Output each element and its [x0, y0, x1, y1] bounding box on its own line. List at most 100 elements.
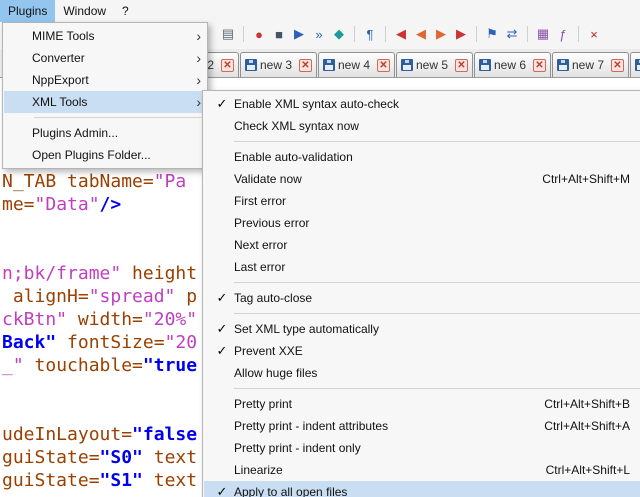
xml-tools-item-next-error[interactable]: Next error — [204, 234, 640, 256]
menu-item-label: MIME Tools — [32, 29, 189, 43]
plugins-dropdown-menu: MIME Tools›Converter›NppExport›XML Tools… — [2, 22, 208, 169]
menubar-item-[interactable]: ? — [114, 0, 137, 22]
xml-tools-item-prevent-xxe[interactable]: ✓Prevent XXE — [204, 340, 640, 362]
code-line: ckBtn" width="20%" — [2, 308, 197, 331]
xml-tools-item-pretty-print[interactable]: Pretty printCtrl+Alt+Shift+B — [204, 393, 640, 415]
code-token: N_TAB tabName= — [2, 171, 154, 192]
toolbar-separator — [578, 26, 579, 42]
code-line — [2, 377, 197, 400]
xml-tools-item-allow-huge-files[interactable]: Allow huge files — [204, 362, 640, 384]
xml-tools-item-apply-to-all-open-files[interactable]: ✓Apply to all open files — [204, 481, 640, 497]
toolbar-separator — [527, 26, 528, 42]
code-token: "20%" — [143, 309, 197, 330]
checkmark-icon: ✓ — [210, 290, 234, 306]
xml-tools-item-validate-now[interactable]: Validate now Ctrl+Alt+Shift+M — [204, 168, 640, 190]
tab-close-icon[interactable]: ✕ — [299, 59, 312, 72]
last-error-icon[interactable]: ▶ — [452, 25, 470, 43]
xml-tools-item-enable-xml-syntax-auto-check[interactable]: ✓Enable XML syntax auto-check — [204, 93, 640, 115]
plugins-menu-item-nppexport[interactable]: NppExport› — [4, 69, 206, 91]
tab-label: new 6 — [494, 58, 530, 72]
menu-item-label: Plugins Admin... — [32, 126, 189, 140]
tab-new-6[interactable]: new 6✕ — [474, 52, 551, 77]
menu-item-label: Next error — [234, 238, 602, 252]
menu-item-label: Tag auto-close — [234, 291, 602, 305]
plugins-menu-item-converter[interactable]: Converter› — [4, 47, 206, 69]
code-token: width= — [78, 309, 143, 330]
function-list-icon[interactable]: ƒ — [554, 25, 572, 43]
menu-item-label: Allow huge files — [234, 366, 602, 380]
show-all-chars-icon[interactable]: ¶ — [361, 25, 379, 43]
menu-item-label: Pretty print - indent attributes — [234, 419, 516, 433]
menu-item-label: Linearize — [234, 463, 518, 477]
menu-item-label: Enable XML syntax auto-check — [234, 97, 602, 111]
xml-tools-submenu: ✓Enable XML syntax auto-checkCheck XML s… — [202, 90, 640, 497]
plugins-menu-item-xml-tools[interactable]: XML Tools› — [4, 91, 206, 113]
code-token: "false — [132, 424, 197, 445]
code-line: udeInLayout="false — [2, 423, 197, 446]
menu-item-label: First error — [234, 194, 602, 208]
record-macro-icon[interactable]: ● — [250, 25, 268, 43]
plugins-menu-item-open-plugins-folder[interactable]: Open Plugins Folder... — [4, 144, 206, 166]
play-macro-icon[interactable]: ▶ — [290, 25, 308, 43]
saved-file-icon — [479, 59, 491, 71]
menu-item-label: Converter — [32, 51, 189, 65]
xml-tools-item-pretty-print-indent-attributes[interactable]: Pretty print - indent attributesCtrl+Alt… — [204, 415, 640, 437]
tab-new-7[interactable]: new 7✕ — [552, 52, 629, 77]
code-token: _" — [2, 355, 35, 376]
plugins-menu-item-mime-tools[interactable]: MIME Tools› — [4, 25, 206, 47]
xml-tools-item-pretty-print-indent-only[interactable]: Pretty print - indent only — [204, 437, 640, 459]
saved-file-icon — [557, 59, 569, 71]
next-error-icon[interactable]: ▶ — [432, 25, 450, 43]
doc-map-icon[interactable]: ▦ — [534, 25, 552, 43]
menubar-item-window[interactable]: Window — [55, 0, 114, 22]
menu-separator — [204, 278, 640, 287]
xml-tools-item-check-xml-syntax-now[interactable]: Check XML syntax now — [204, 115, 640, 137]
tab-close-icon[interactable]: ✕ — [377, 59, 390, 72]
menu-item-label: Apply to all open files — [234, 485, 602, 497]
xml-tools-item-enable-auto-validation[interactable]: Enable auto-validation — [204, 146, 640, 168]
code-token: me= — [2, 194, 35, 215]
xml-tools-item-last-error[interactable]: Last error — [204, 256, 640, 278]
sync-scroll-icon[interactable]: ⇄ — [503, 25, 521, 43]
code-token: "S1" — [100, 470, 143, 491]
menu-item-label: Validate now — [234, 172, 514, 186]
code-line — [2, 216, 197, 239]
code-token: "spread" — [89, 286, 176, 307]
close-document-icon[interactable]: × — [585, 25, 603, 43]
tab-new-4[interactable]: new 4✕ — [318, 52, 395, 77]
bookmark-icon[interactable]: ⚑ — [483, 25, 501, 43]
tab-close-icon[interactable]: ✕ — [455, 59, 468, 72]
saved-file-icon — [323, 59, 335, 71]
xml-tools-item-previous-error[interactable]: Previous error — [204, 212, 640, 234]
save-macro-icon[interactable]: ◆ — [330, 25, 348, 43]
print-icon[interactable]: ▤ — [219, 25, 237, 43]
previous-error-icon[interactable]: ◀ — [412, 25, 430, 43]
code-token: alignH= — [2, 286, 89, 307]
xml-tools-item-tag-auto-close[interactable]: ✓Tag auto-close — [204, 287, 640, 309]
code-token: udeInLayout= — [2, 424, 132, 445]
run-macro-multiple-icon[interactable]: » — [310, 25, 328, 43]
tab-close-icon[interactable]: ✕ — [611, 59, 624, 72]
tab-new-5[interactable]: new 5✕ — [396, 52, 473, 77]
plugins-menu-item-plugins-admin[interactable]: Plugins Admin... — [4, 122, 206, 144]
checkmark-icon: ✓ — [210, 321, 234, 337]
code-line — [2, 400, 197, 423]
menubar-item-plugins[interactable]: Plugins — [0, 0, 55, 22]
code-line: me="Data"/> — [2, 193, 197, 216]
tab-close-icon[interactable]: ✕ — [221, 59, 234, 72]
xml-tools-item-linearize[interactable]: LinearizeCtrl+Alt+Shift+L — [204, 459, 640, 481]
menu-item-shortcut: Ctrl+Alt+Shift+B — [544, 397, 630, 411]
menu-item-shortcut: Ctrl+Alt+Shift+M — [542, 172, 630, 186]
stop-record-icon[interactable]: ■ — [270, 25, 288, 43]
toolbar-separator — [354, 26, 355, 42]
xml-tools-item-first-error[interactable]: First error — [204, 190, 640, 212]
xml-tools-item-set-xml-type-automatically[interactable]: ✓Set XML type automatically — [204, 318, 640, 340]
menu-item-label: XML Tools — [32, 95, 189, 109]
menu-separator — [204, 137, 640, 146]
first-error-icon[interactable]: ◀ — [392, 25, 410, 43]
menu-separator — [4, 113, 206, 122]
tab-new-3[interactable]: new 3✕ — [240, 52, 317, 77]
tab-new-8[interactable]: new 8✕ — [630, 52, 640, 77]
menu-bar: PluginsWindow? — [0, 0, 640, 22]
tab-close-icon[interactable]: ✕ — [533, 59, 546, 72]
